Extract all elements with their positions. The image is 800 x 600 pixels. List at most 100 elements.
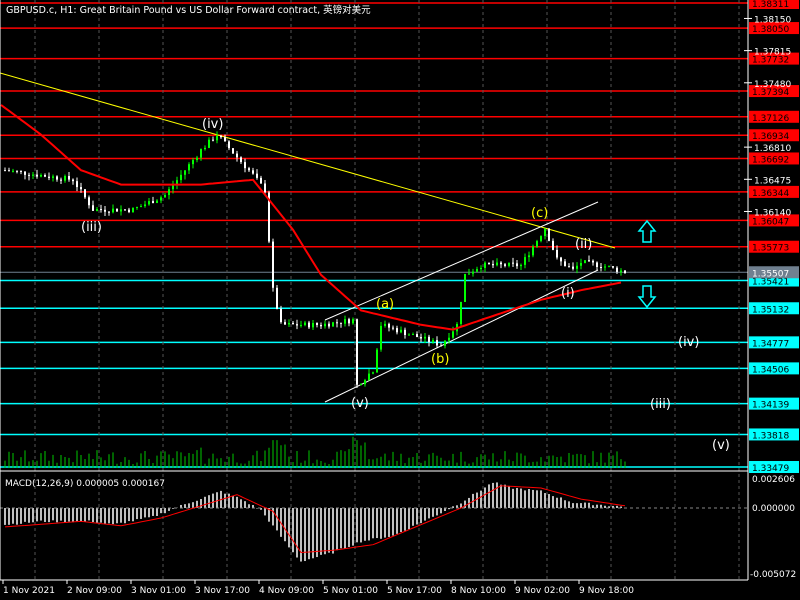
resistance-price-label: 1.36692	[752, 155, 789, 165]
wave-label-v: (v)	[351, 396, 369, 411]
candle-body	[484, 262, 486, 268]
candle-body	[144, 204, 146, 207]
candle-body	[384, 323, 386, 326]
candle-body	[240, 157, 242, 163]
candle-body	[208, 139, 210, 148]
candle-body	[448, 337, 450, 341]
candle-body	[392, 327, 394, 329]
candle-body	[404, 329, 406, 335]
candle-body	[8, 170, 10, 172]
wave-label-iii: (iii)	[81, 220, 102, 235]
candle-body	[236, 153, 238, 158]
candle-body	[136, 207, 138, 209]
candle-body	[48, 176, 50, 178]
candle-body	[20, 170, 22, 172]
candle-body	[488, 262, 490, 265]
candle-body	[112, 208, 114, 213]
time-axis-label: 2 Nov 09:00	[67, 586, 122, 596]
candle-body	[460, 301, 462, 325]
candle-body	[496, 262, 498, 266]
macd-label: MACD(12,26,9) 0.000005 0.000167	[5, 479, 165, 489]
candle-body	[24, 171, 26, 175]
candle-body	[232, 148, 234, 154]
candle-body	[116, 208, 118, 212]
candle-body	[4, 170, 6, 172]
candle-body	[348, 319, 350, 324]
candle-body	[316, 322, 318, 325]
support-price-label: 1.34777	[752, 339, 789, 349]
candle-body	[276, 287, 278, 309]
candle-body	[580, 262, 582, 266]
candle-body	[492, 264, 494, 266]
candle-body	[440, 345, 442, 347]
candle-body	[336, 322, 338, 324]
candle-body	[564, 261, 566, 267]
price-tick-label: 1.38150	[754, 15, 791, 25]
support-price-label: 1.35132	[752, 305, 789, 315]
resistance-price-label: 1.35773	[752, 244, 789, 254]
candle-body	[356, 319, 358, 385]
candle-body	[536, 241, 538, 247]
candle-body	[100, 209, 102, 211]
candle-body	[56, 176, 58, 180]
candle-body	[264, 183, 266, 193]
candle-body	[532, 246, 534, 256]
candle-body	[368, 373, 370, 381]
candle-body	[476, 269, 478, 272]
candle-body	[160, 197, 162, 201]
candle-body	[540, 236, 542, 242]
candle-body	[600, 266, 602, 268]
time-axis-label: 3 Nov 01:00	[131, 586, 186, 596]
candle-body	[320, 324, 322, 327]
candle-body	[188, 164, 190, 171]
candle-body	[80, 187, 82, 190]
candle-body	[424, 336, 426, 339]
candle-body	[300, 325, 302, 327]
time-axis-label: 9 Nov 18:00	[579, 586, 634, 596]
candle-body	[396, 328, 398, 333]
candle-body	[324, 323, 326, 327]
support-price-label: 1.33479	[752, 464, 789, 474]
candle-body	[272, 241, 274, 288]
candle-body	[108, 211, 110, 213]
projected-wave-v: (v)	[712, 438, 730, 453]
candle-body	[252, 170, 254, 174]
candle-body	[224, 137, 226, 142]
candle-body	[548, 228, 550, 241]
candle-body	[128, 209, 130, 213]
candle-body	[172, 185, 174, 190]
candle-body	[32, 174, 34, 176]
candle-body	[196, 157, 198, 161]
candle-body	[340, 322, 342, 324]
price-chart[interactable]: (iii) (iv) (v) (a) (b) (c) (i) (ii) (iv)…	[0, 0, 800, 600]
candle-body	[164, 194, 166, 198]
candle-body	[40, 174, 42, 177]
candle-body	[212, 139, 214, 141]
resistance-price-label: 1.36344	[752, 189, 789, 199]
candle-body	[124, 209, 126, 211]
candle-body	[76, 181, 78, 188]
price-tick-label: 1.36810	[754, 144, 791, 154]
candle-body	[452, 331, 454, 338]
candle-body	[364, 380, 366, 385]
candle-body	[256, 173, 258, 178]
price-tick-label: 1.37480	[754, 80, 791, 90]
candle-body	[620, 270, 622, 272]
candle-body	[412, 334, 414, 336]
candle-body	[220, 135, 222, 138]
candle-body	[468, 273, 470, 275]
candle-body	[624, 270, 626, 274]
candle-body	[244, 162, 246, 169]
candle-body	[556, 249, 558, 258]
candle-body	[44, 174, 46, 177]
candle-body	[616, 267, 618, 272]
candle-body	[436, 340, 438, 346]
candle-body	[52, 176, 54, 178]
candle-body	[28, 174, 30, 176]
candle-body	[592, 260, 594, 263]
candle-body	[248, 168, 250, 171]
macd-max-label: 0.002606	[752, 475, 795, 485]
candle-body	[308, 322, 310, 328]
candle-body	[504, 264, 506, 266]
candle-body	[64, 176, 66, 181]
